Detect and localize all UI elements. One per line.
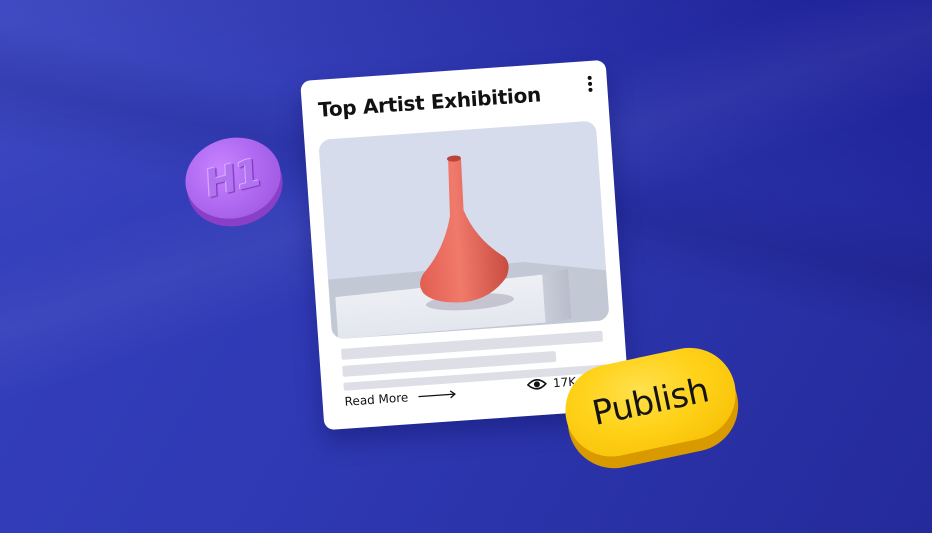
card-image bbox=[318, 120, 610, 340]
card-title: Top Artist Exhibition bbox=[317, 82, 542, 122]
more-vertical-icon[interactable] bbox=[582, 72, 598, 95]
h1-badge-label: H1 bbox=[200, 149, 266, 207]
background-scene: H1 Top Artist Exhibition Read More 17K P… bbox=[0, 0, 932, 533]
publish-button-label: Publish bbox=[588, 370, 713, 434]
vase-illustration bbox=[318, 120, 610, 340]
eye-icon bbox=[526, 379, 548, 390]
kebab-dot bbox=[587, 75, 592, 81]
arrow-right-icon bbox=[418, 390, 456, 399]
read-more-link[interactable]: Read More bbox=[344, 387, 456, 409]
kebab-dot bbox=[588, 87, 593, 93]
kebab-dot bbox=[587, 81, 593, 87]
read-more-label: Read More bbox=[344, 390, 409, 409]
pedestal-side bbox=[542, 268, 572, 323]
